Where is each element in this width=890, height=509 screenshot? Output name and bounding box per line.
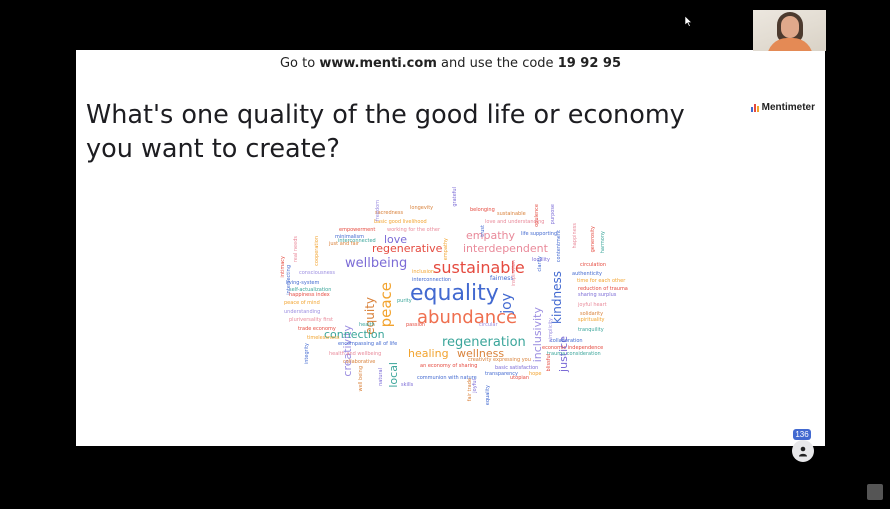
word-cloud-term: blissful <box>546 354 552 372</box>
word-cloud-term: an economy of sharing <box>420 363 478 369</box>
word-cloud-term: inclusivity <box>531 307 544 363</box>
word-cloud: equality abundance sustainable wellbeing reg… <box>76 50 825 446</box>
word-cloud-term: healing <box>408 347 449 360</box>
slide: Go to www.menti.com and use the code 19 … <box>76 50 825 462</box>
word-cloud-term: trauma consideration <box>547 351 601 357</box>
word-cloud-term: just and fair <box>329 241 359 247</box>
word-cloud-term: regenerative <box>372 242 443 255</box>
word-cloud-term: well being <box>358 366 364 392</box>
word-cloud-term: understanding <box>284 309 321 315</box>
word-cloud-term: trade economy <box>298 326 336 332</box>
word-cloud-term: tranquility <box>578 327 604 333</box>
word-cloud-term: collaboration <box>550 338 583 344</box>
word-cloud-term: interconnection <box>412 277 452 283</box>
word-cloud-term: equality <box>410 281 499 306</box>
word-cloud-term: local <box>387 362 400 388</box>
word-cloud-term: collaborative <box>343 359 376 365</box>
word-cloud-term: passion <box>406 322 426 328</box>
word-cloud-term: harmony <box>600 231 606 254</box>
word-cloud-term: authenticity <box>572 271 603 277</box>
mouse-pointer-icon <box>685 16 693 27</box>
word-cloud-term: encompassing all of life <box>338 341 398 347</box>
word-cloud-term: creativity expressing you <box>468 357 531 363</box>
word-cloud-term: peace <box>377 282 395 328</box>
word-cloud-term: pluriversality first <box>289 317 333 323</box>
word-cloud-term: equality <box>485 385 491 406</box>
word-cloud-term: trust <box>480 225 486 237</box>
word-cloud-term: belonging <box>470 207 495 213</box>
word-cloud-term: peace of mind <box>284 300 320 306</box>
word-cloud-term: time for each other <box>577 278 626 284</box>
word-cloud-term: sustainable <box>497 211 526 217</box>
participant-count-badge: 136 <box>793 429 811 440</box>
word-cloud-term: joy <box>499 293 515 314</box>
word-cloud-term: consciousness <box>299 270 336 276</box>
word-cloud-term: hope <box>529 371 542 377</box>
word-cloud-term: love <box>384 233 408 246</box>
word-cloud-term: empathy <box>466 229 516 242</box>
word-cloud-term: utopian <box>510 375 529 381</box>
word-cloud-term: grateful <box>452 187 458 207</box>
word-cloud-term: wellbeing <box>345 256 408 271</box>
word-cloud-term: purpose <box>550 204 556 225</box>
word-cloud-term: spirituality <box>578 317 605 323</box>
word-cloud-term: freedom <box>375 200 381 221</box>
word-cloud-term: purity <box>397 298 412 304</box>
word-cloud-term: empathy <box>443 238 449 261</box>
word-cloud-term: inspiration <box>511 260 517 287</box>
webcam-video <box>753 10 826 51</box>
word-cloud-term: timelessness <box>307 335 340 341</box>
word-cloud-term: inclusion <box>412 269 435 275</box>
word-cloud-term: natural <box>378 368 384 386</box>
word-cloud-term: longevity <box>410 205 434 211</box>
word-cloud-term: joyful heart <box>578 302 607 308</box>
word-cloud-term: opulence <box>534 204 540 227</box>
word-cloud-term: health <box>359 322 375 328</box>
word-cloud-term: simplicity <box>548 318 554 342</box>
word-cloud-term: interdependent <box>463 242 548 255</box>
word-cloud-term: sharing surplus <box>578 292 617 298</box>
word-cloud-term: circular <box>479 322 498 328</box>
participants-button[interactable] <box>792 440 814 462</box>
word-cloud-term: joyful <box>472 379 478 393</box>
word-cloud-term: integrity <box>304 343 310 365</box>
word-cloud-term: life supporting <box>521 231 558 237</box>
word-cloud-term: happiness <box>572 223 578 249</box>
word-cloud-term: contentment <box>556 230 562 263</box>
word-cloud-term: health and wellbeing <box>329 351 382 357</box>
word-cloud-term: intersecting <box>286 265 292 295</box>
word-cloud-term: working for the other <box>387 227 441 233</box>
app-logo-icon <box>867 484 883 500</box>
word-cloud-term: basic good livelihood <box>374 219 427 225</box>
word-cloud-term: circulation <box>580 262 607 268</box>
word-cloud-term: empowerment <box>339 227 376 233</box>
word-cloud-term: cooperation <box>314 236 320 266</box>
word-cloud-term: happiness index <box>289 292 330 298</box>
person-icon <box>799 446 807 456</box>
word-cloud-term: kindness <box>550 271 564 324</box>
word-cloud-term: generosity <box>590 226 596 253</box>
word-cloud-term: clarity <box>537 256 543 272</box>
word-cloud-term: real needs <box>293 236 299 263</box>
word-cloud-term: skills <box>401 382 414 388</box>
